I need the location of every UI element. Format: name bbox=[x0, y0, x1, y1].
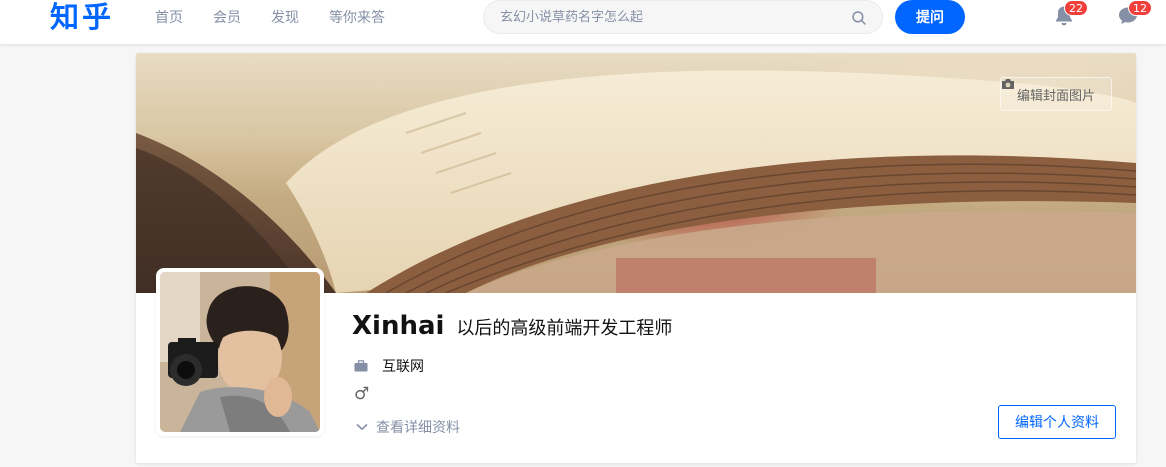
avatar[interactable] bbox=[160, 272, 320, 432]
profile-card: 编辑封面图片 Xinhai 以后的高级前端开发工程师 互联网 ♂ 查看详细资料 … bbox=[136, 53, 1136, 463]
search-icon[interactable] bbox=[850, 9, 868, 27]
edit-cover-button[interactable]: 编辑封面图片 bbox=[999, 77, 1112, 111]
messages-button[interactable]: 12 bbox=[1116, 0, 1152, 28]
nav-home[interactable]: 首页 bbox=[155, 9, 183, 27]
chevron-down-icon bbox=[356, 423, 368, 431]
nav-waiting-answers[interactable]: 等你来答 bbox=[329, 9, 385, 27]
user-headline: 以后的高级前端开发工程师 bbox=[456, 318, 673, 339]
nav-membership[interactable]: 会员 bbox=[213, 9, 241, 27]
avatar-frame bbox=[156, 268, 324, 436]
user-name: Xinhai bbox=[352, 311, 445, 341]
view-details-label: 查看详细资料 bbox=[376, 420, 460, 436]
top-navigation-bar: 知乎 首页 会员 发现 等你来答 提问 22 12 bbox=[0, 0, 1166, 44]
search-box bbox=[483, 0, 883, 34]
male-icon: ♂ bbox=[354, 384, 370, 404]
edit-profile-button[interactable]: 编辑个人资料 bbox=[998, 405, 1116, 439]
gender-row: ♂ bbox=[354, 384, 370, 404]
edit-cover-label: 编辑封面图片 bbox=[1016, 88, 1095, 104]
ask-question-button[interactable]: 提问 bbox=[895, 0, 965, 34]
industry-value: 互联网 bbox=[382, 359, 424, 375]
cover-image: 编辑封面图片 bbox=[136, 53, 1136, 293]
book-photo-illustration bbox=[136, 70, 1136, 293]
notifications-button[interactable]: 22 bbox=[1052, 0, 1088, 28]
camera-icon bbox=[1001, 79, 1014, 89]
nav-discover[interactable]: 发现 bbox=[271, 9, 299, 27]
notifications-badge: 22 bbox=[1064, 0, 1088, 16]
briefcase-icon bbox=[354, 360, 368, 372]
search-input[interactable] bbox=[500, 1, 840, 33]
industry-row: 互联网 bbox=[354, 356, 424, 376]
zhihu-logo[interactable]: 知乎 bbox=[50, 0, 114, 34]
view-details-link[interactable]: 查看详细资料 bbox=[356, 417, 460, 437]
name-row: Xinhai 以后的高级前端开发工程师 bbox=[352, 311, 672, 341]
main-nav: 首页 会员 发现 等你来答 bbox=[155, 9, 415, 27]
messages-badge: 12 bbox=[1128, 0, 1152, 16]
